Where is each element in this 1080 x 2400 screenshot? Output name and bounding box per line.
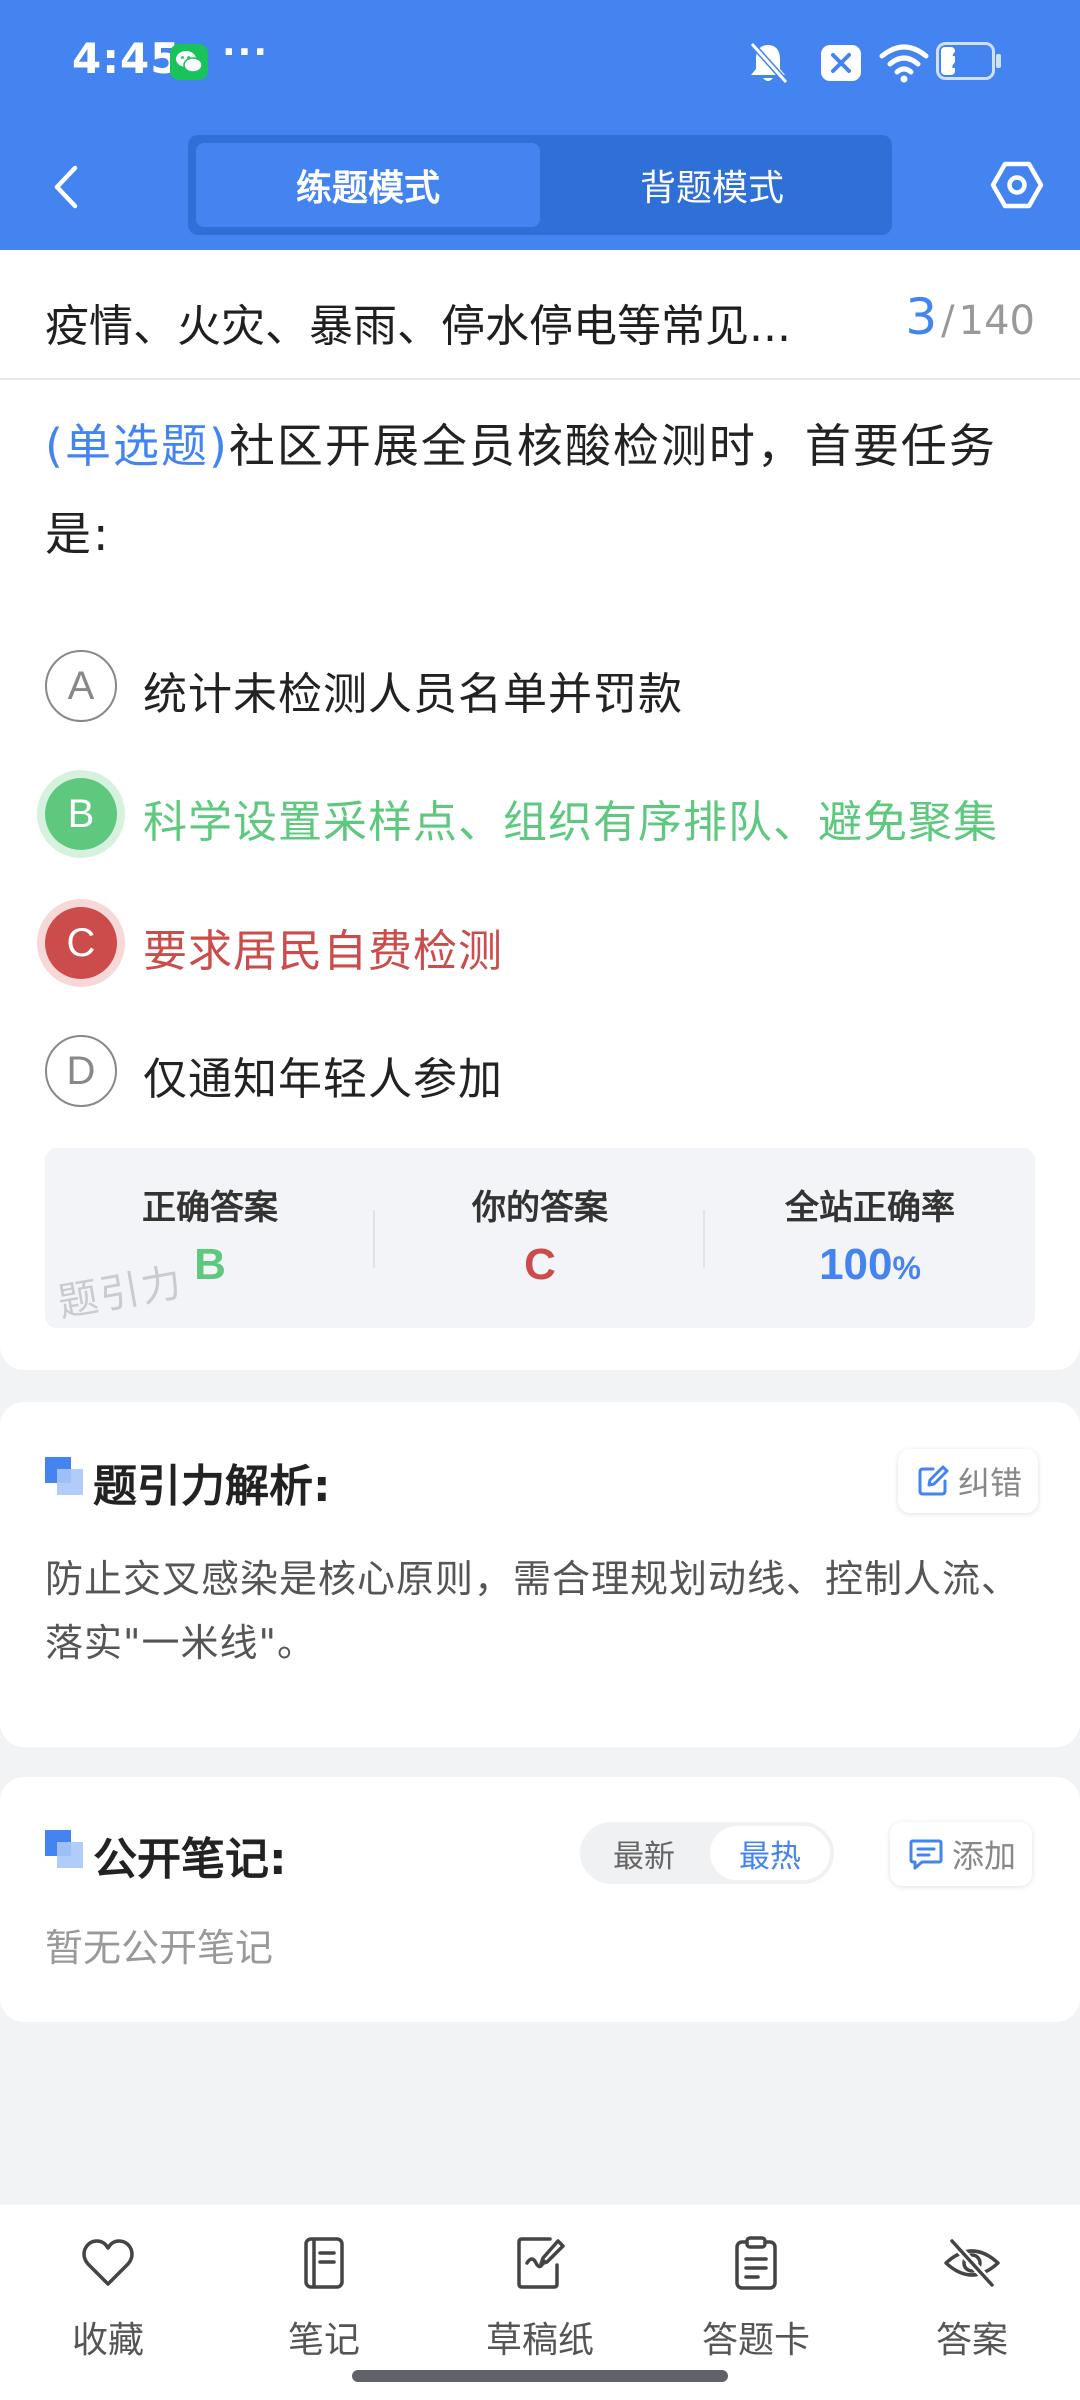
wifi-icon	[878, 42, 930, 88]
back-arrow-icon	[54, 165, 78, 209]
header: 4:45 ··· 21 练题模式 背题模式	[0, 0, 1080, 250]
edit-icon	[918, 1465, 949, 1496]
tab-label: 笔记	[287, 2320, 360, 2361]
option-b[interactable]: B 科学设置采样点、组织有序排队、避免聚集	[45, 768, 1045, 858]
notes-sort-toggle: 最新 最热	[580, 1822, 834, 1884]
tab-label: 答题卡	[701, 2320, 810, 2361]
notebook-icon	[294, 2233, 354, 2293]
option-c[interactable]: C 要求居民自费检测	[45, 897, 1045, 987]
answer-card-icon	[726, 2233, 786, 2293]
option-text: 要求居民自费检测	[143, 926, 503, 977]
wechat-icon	[170, 44, 208, 80]
chapter-title: 疫情、火灾、暴雨、停水停电等常见...	[45, 301, 791, 352]
tab-answer[interactable]: 答案	[864, 2223, 1080, 2363]
chapter-row: 疫情、火灾、暴雨、停水停电等常见... 3/140	[0, 250, 1080, 380]
more-dots: ···	[222, 32, 270, 73]
tab-draft-paper[interactable]: 草稿纸	[432, 2223, 648, 2363]
option-text: 科学设置采样点、组织有序排队、避免聚集	[143, 797, 998, 848]
question-progress[interactable]: 3/140	[905, 288, 1035, 346]
progress-current: 3	[905, 288, 938, 346]
your-answer-label: 你的答案	[472, 1188, 608, 1228]
progress-total: 140	[958, 298, 1035, 344]
tab-memorize-mode[interactable]: 背题模式	[540, 143, 884, 227]
option-d[interactable]: D 仅通知年轻人参加	[45, 1025, 1045, 1115]
accuracy-label: 全站正确率	[785, 1188, 955, 1228]
empty-notes-text: 暂无公开笔记	[45, 1926, 274, 1970]
tab-answer-card[interactable]: 答题卡	[648, 2223, 864, 2363]
tab-label: 收藏	[71, 2320, 144, 2361]
draft-paper-icon	[510, 2233, 570, 2293]
comment-icon	[909, 1839, 943, 1870]
option-a[interactable]: A 统计未检测人员名单并罚款	[45, 640, 1045, 730]
public-notes-card: 公开笔记: 最新 最热 添加 暂无公开笔记	[0, 1777, 1080, 2022]
report-error-label: 纠错	[958, 1464, 1023, 1502]
battery-icon: 21	[936, 42, 1002, 80]
close-badge-icon	[820, 44, 862, 86]
your-answer-value: C	[524, 1240, 556, 1289]
status-time: 4:45	[72, 34, 181, 83]
sort-latest-button[interactable]: 最新	[584, 1826, 704, 1880]
home-indicator[interactable]	[352, 2370, 728, 2382]
option-text: 统计未检测人员名单并罚款	[143, 669, 683, 720]
sort-hot-button[interactable]: 最热	[710, 1826, 830, 1880]
result-summary: 正确答案 B 题引力 你的答案 C 全站正确率 100%	[45, 1148, 1035, 1328]
accuracy-col: 全站正确率 100%	[705, 1148, 1035, 1328]
analysis-card: 题引力解析: 纠错 防止交叉感染是核心原则，需合理规划动线、控制人流、落实"一米…	[0, 1402, 1080, 1747]
settings-hexagon-icon	[990, 161, 1044, 209]
mode-switch: 练题模式 背题模式	[188, 135, 892, 235]
eye-off-icon	[942, 2233, 1002, 2293]
correct-answer-col: 正确答案 B 题引力	[45, 1148, 375, 1328]
accuracy-value: 100%	[705, 1240, 1035, 1290]
tab-practice-mode[interactable]: 练题模式	[196, 143, 540, 227]
option-letter: D	[45, 1035, 117, 1107]
section-icon	[45, 1830, 83, 1868]
section-icon	[45, 1457, 83, 1495]
analysis-title: 题引力解析:	[93, 1461, 331, 1512]
back-button[interactable]	[36, 157, 96, 217]
question-type: (单选题)	[45, 419, 229, 473]
option-letter: A	[45, 650, 117, 722]
correct-answer-label: 正确答案	[142, 1188, 278, 1228]
status-bar: 4:45 ··· 21	[0, 0, 1080, 125]
question-card: 疫情、火灾、暴雨、停水停电等常见... 3/140 (单选题)社区开展全员核酸检…	[0, 250, 1080, 1370]
question-stem: (单选题)社区开展全员核酸检测时，首要任务是:	[45, 402, 1040, 578]
settings-button[interactable]	[985, 153, 1049, 217]
add-note-label: 添加	[952, 1837, 1017, 1875]
progress-separator: /	[941, 298, 955, 344]
battery-level: 21	[951, 47, 979, 74]
tab-label: 答案	[935, 2320, 1008, 2361]
add-note-button[interactable]: 添加	[890, 1822, 1033, 1886]
tab-notes[interactable]: 笔记	[216, 2223, 432, 2363]
tab-favorite[interactable]: 收藏	[0, 2223, 216, 2363]
option-letter: C	[45, 907, 117, 979]
analysis-text: 防止交叉感染是核心原则，需合理规划动线、控制人流、落实"一米线"。	[45, 1557, 1021, 1665]
tab-label: 草稿纸	[485, 2320, 594, 2361]
accuracy-unit: %	[892, 1250, 921, 1286]
notes-title: 公开笔记:	[93, 1834, 287, 1885]
heart-icon	[78, 2233, 138, 2293]
bell-off-icon	[746, 40, 790, 90]
nav-bar: 练题模式 背题模式	[0, 125, 1080, 250]
option-letter: B	[45, 778, 117, 850]
your-answer-col: 你的答案 C	[375, 1148, 705, 1328]
option-text: 仅通知年轻人参加	[143, 1054, 503, 1105]
accuracy-number: 100	[819, 1240, 893, 1289]
report-error-button[interactable]: 纠错	[898, 1449, 1039, 1513]
